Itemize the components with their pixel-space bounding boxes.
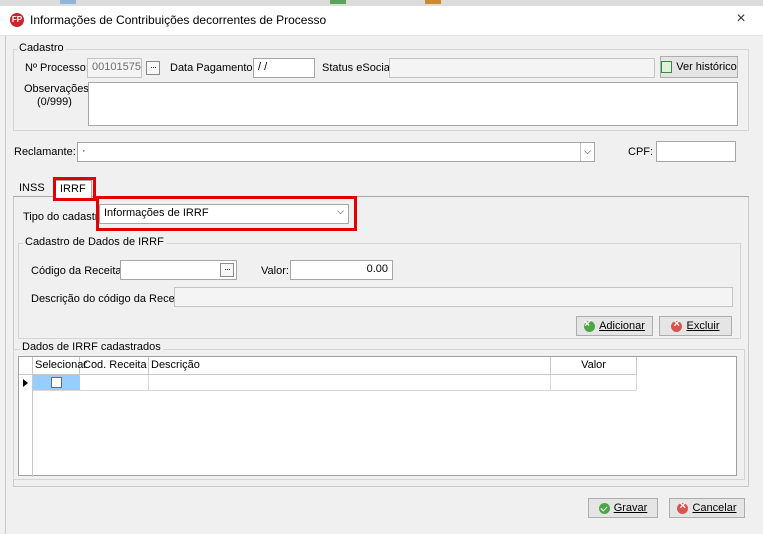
row-indicator-column	[19, 357, 33, 477]
column-header-cod-receita[interactable]: Cod. Receita	[81, 357, 149, 375]
valor-label: Valor:	[261, 265, 289, 277]
window-title: Informações de Contribuições decorrentes…	[30, 13, 327, 27]
cancelar-label: Cancelar	[692, 502, 737, 514]
observacoes-counter: (0/999)	[37, 96, 72, 108]
observacoes-label: Observações:	[24, 83, 92, 95]
history-icon	[661, 61, 673, 73]
column-header-descricao[interactable]: Descrição	[149, 357, 551, 375]
delete-icon	[671, 318, 683, 332]
cadastro-legend: Cadastro	[17, 42, 66, 54]
background-app-strip	[0, 0, 763, 6]
left-edge	[0, 36, 6, 534]
excluir-button[interactable]: Excluir	[659, 316, 732, 336]
ver-historico-button[interactable]: Ver histórico	[660, 56, 738, 78]
reclamante-select[interactable]: · ⌵	[77, 142, 595, 162]
table-row-cell-valor[interactable]	[551, 375, 637, 390]
data-pagamento-label: Data Pagamento:	[170, 62, 256, 74]
table-row-selected-cell[interactable]	[33, 375, 80, 390]
status-esocial-field	[389, 58, 655, 78]
row-select-checkbox[interactable]	[51, 377, 62, 388]
check-icon	[598, 502, 610, 514]
cpf-input[interactable]	[656, 141, 736, 162]
ver-historico-label: Ver histórico	[676, 61, 737, 73]
valor-input[interactable]: 0.00	[290, 260, 393, 280]
table-row-cell-descricao[interactable]	[149, 375, 551, 390]
dados-irrf-legend: Cadastro de Dados de IRRF	[23, 236, 166, 248]
codigo-receita-label: Código da Receita:	[31, 265, 125, 277]
column-header-valor[interactable]: Valor	[551, 357, 637, 375]
cancel-icon	[677, 500, 689, 514]
add-icon	[584, 320, 596, 332]
current-row-arrow-icon	[23, 379, 28, 387]
chevron-down-icon: ⌵	[580, 143, 594, 161]
tab-inss[interactable]: INSS	[15, 180, 49, 198]
descricao-receita-label: Descrição do código da Receita:	[31, 293, 190, 305]
adicionar-button[interactable]: Adicionar	[576, 316, 653, 336]
close-button[interactable]: ×	[732, 10, 750, 28]
reclamante-value: ·	[82, 145, 86, 157]
observacoes-textarea[interactable]	[88, 82, 738, 126]
excluir-label: Excluir	[686, 320, 720, 332]
column-header-selecionar[interactable]: Selecionar	[33, 357, 87, 375]
table-row-cell-cod[interactable]	[81, 375, 149, 390]
cpf-label: CPF:	[628, 146, 654, 158]
reclamante-label: Reclamante:	[14, 146, 76, 158]
tipo-cadastro-highlight	[96, 196, 357, 231]
dados-cadastrados-legend: Dados de IRRF cadastrados	[20, 341, 163, 353]
app-icon: FP	[10, 13, 24, 27]
irrf-grid[interactable]: Selecionar Cod. Receita Descrição Valor	[18, 356, 737, 477]
descricao-receita-field	[174, 287, 733, 307]
processo-input[interactable]: 00101575920	[87, 58, 142, 78]
processo-label: Nº Processo:	[25, 62, 89, 74]
adicionar-label: Adicionar	[599, 320, 645, 332]
cancelar-button[interactable]: Cancelar	[669, 498, 745, 518]
status-esocial-label: Status eSocial:	[322, 62, 396, 74]
gravar-label: Gravar	[613, 502, 648, 514]
row-divider	[33, 390, 637, 391]
processo-lookup-button[interactable]: ···	[146, 61, 160, 75]
codigo-receita-lookup-button[interactable]: ···	[220, 263, 234, 277]
data-pagamento-input[interactable]: / /	[253, 58, 315, 78]
tipo-cadastro-label: Tipo do cadastro	[23, 211, 105, 223]
grid-header: Selecionar Cod. Receita Descrição Valor	[19, 357, 637, 375]
gravar-button[interactable]: Gravar	[588, 498, 658, 518]
